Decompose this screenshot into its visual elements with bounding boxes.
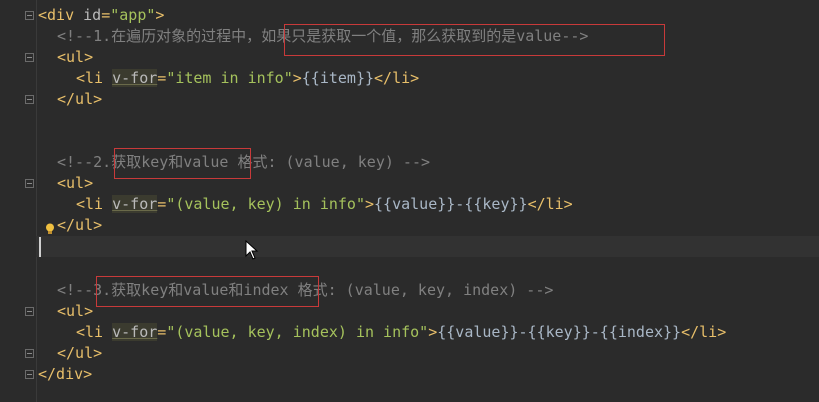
fold-marker-icon[interactable]: [25, 11, 34, 20]
code-line: </ul>: [57, 216, 103, 234]
code-line: <li v-for="item in info">{{item}}</li>: [76, 69, 420, 87]
fold-marker-icon[interactable]: [25, 179, 34, 188]
code-editor[interactable]: <div id="app"> <!--1.在遍历对象的过程中，如果只是获取一个值…: [0, 0, 819, 402]
code-line: </div>: [38, 365, 93, 383]
code-line: <ul>: [57, 48, 94, 66]
code-line: <li v-for="(value, key, index) in info">…: [76, 323, 727, 341]
code-line: <div id="app">: [38, 6, 165, 24]
code-line: </ul>: [57, 344, 103, 362]
lightbulb-icon[interactable]: [45, 221, 55, 234]
code-line: <li v-for="(value, key) in info">{{value…: [76, 195, 573, 213]
annotation-box: [114, 148, 251, 179]
code-line: <ul>: [57, 302, 94, 320]
annotation-box: [284, 24, 665, 56]
fold-marker-icon[interactable]: [25, 370, 34, 379]
mouse-pointer-icon: [245, 239, 259, 264]
code-line: <ul>: [57, 174, 94, 192]
gutter-separator: [36, 0, 37, 402]
fold-marker-icon[interactable]: [25, 349, 34, 358]
fold-marker-icon[interactable]: [25, 307, 34, 316]
fold-marker-icon[interactable]: [25, 53, 34, 62]
annotation-box: [96, 276, 319, 307]
current-line-highlight: [36, 236, 819, 257]
code-line: </ul>: [57, 90, 103, 108]
fold-marker-icon[interactable]: [25, 95, 34, 104]
text-caret: [39, 237, 41, 257]
